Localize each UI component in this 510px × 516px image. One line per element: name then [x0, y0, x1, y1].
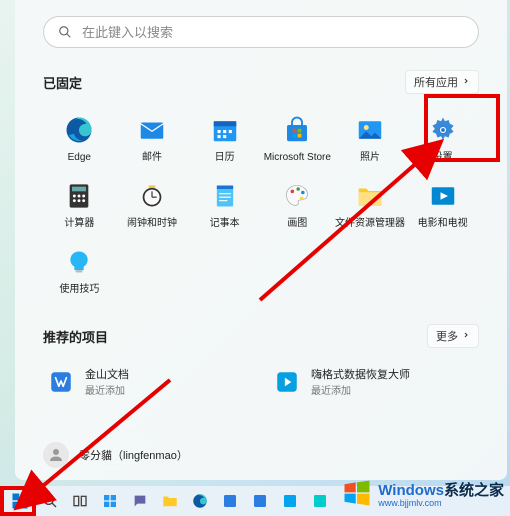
taskbar-chat[interactable] [128, 489, 152, 513]
user-account[interactable]: 零分貓（lingfenmao） [43, 442, 188, 468]
more-button[interactable]: 更多 [427, 324, 479, 348]
watermark-main-en: Windows [378, 482, 444, 499]
edge-icon [63, 114, 95, 146]
app-calendar[interactable]: 日历 [188, 108, 261, 170]
app-label: Edge [68, 152, 91, 164]
pinned-title: 已固定 [43, 73, 82, 92]
app-label: 画图 [287, 218, 307, 230]
taskbar-taskview[interactable] [68, 489, 92, 513]
more-label: 更多 [436, 328, 458, 344]
paint-icon [281, 180, 313, 212]
recommended-title: 推荐的项目 [43, 327, 108, 346]
rec-sub: 最近添加 [311, 382, 410, 397]
folder-icon [354, 180, 386, 212]
taskbar-edge[interactable] [188, 489, 212, 513]
app-tips[interactable]: 使用技巧 [43, 240, 116, 302]
start-menu: 已固定 所有应用 Edge 邮件 [15, 0, 507, 480]
watermark-url: www.bjjmlv.com [378, 499, 504, 508]
clock-icon [136, 180, 168, 212]
app-label: 电影和电视 [418, 218, 468, 230]
store-icon [281, 114, 313, 146]
taskbar-app4[interactable] [308, 489, 332, 513]
app-settings[interactable]: 设置 [406, 108, 479, 170]
watermark-main-zh: 系统之家 [444, 482, 504, 499]
rec-sub: 最近添加 [85, 382, 129, 397]
taskbar-widgets[interactable] [98, 489, 122, 513]
calendar-icon [209, 114, 241, 146]
recovery-icon [273, 368, 301, 396]
taskbar-app3[interactable] [278, 489, 302, 513]
app-clock[interactable]: 闹钟和时钟 [116, 174, 189, 236]
rec-title: 嗨格式数据恢复大师 [311, 366, 410, 382]
search-icon [58, 25, 72, 39]
rec-text: 嗨格式数据恢复大师 最近添加 [311, 366, 410, 397]
watermark: Windows系统之家 www.bjjmlv.com [342, 478, 504, 513]
search-box[interactable] [43, 16, 479, 48]
app-calculator[interactable]: 计算器 [43, 174, 116, 236]
taskbar-explorer[interactable] [158, 489, 182, 513]
movies-icon [427, 180, 459, 212]
pinned-header: 已固定 所有应用 [43, 70, 479, 94]
watermark-text: Windows系统之家 www.bjjmlv.com [378, 483, 504, 508]
chevron-right-icon [462, 330, 470, 342]
taskbar-search[interactable] [38, 489, 62, 513]
notepad-icon [209, 180, 241, 212]
app-label: 照片 [360, 152, 380, 164]
settings-icon [427, 114, 459, 146]
user-name: 零分貓（lingfenmao） [79, 447, 188, 463]
rec-title: 金山文档 [85, 366, 129, 382]
app-label: 日历 [215, 152, 235, 164]
app-label: 邮件 [142, 152, 162, 164]
taskbar-app2[interactable] [248, 489, 272, 513]
search-input[interactable] [82, 25, 464, 40]
app-notepad[interactable]: 记事本 [188, 174, 261, 236]
app-mail[interactable]: 邮件 [116, 108, 189, 170]
app-edge[interactable]: Edge [43, 108, 116, 170]
recommended-header: 推荐的项目 更多 [43, 324, 479, 348]
app-movies[interactable]: 电影和电视 [406, 174, 479, 236]
all-apps-button[interactable]: 所有应用 [405, 70, 479, 94]
pinned-grid: Edge 邮件 日历 Microsoft Store 照片 [43, 108, 479, 302]
avatar [43, 442, 69, 468]
rec-text: 金山文档 最近添加 [85, 366, 129, 397]
all-apps-label: 所有应用 [414, 74, 458, 90]
taskbar-app1[interactable] [218, 489, 242, 513]
app-label: Microsoft Store [264, 152, 331, 164]
app-photos[interactable]: 照片 [334, 108, 407, 170]
app-label: 文件资源管理器 [335, 218, 405, 230]
app-paint[interactable]: 画图 [261, 174, 334, 236]
app-label: 闹钟和时钟 [127, 218, 177, 230]
tips-icon [63, 246, 95, 278]
rec-item-recovery[interactable]: 嗨格式数据恢复大师 最近添加 [271, 362, 477, 401]
app-explorer[interactable]: 文件资源管理器 [334, 174, 407, 236]
chevron-right-icon [462, 76, 470, 88]
app-label: 使用技巧 [59, 284, 99, 296]
calculator-icon [63, 180, 95, 212]
app-label: 计算器 [64, 218, 94, 230]
rec-item-wps[interactable]: 金山文档 最近添加 [45, 362, 251, 401]
photos-icon [354, 114, 386, 146]
recommended-section: 推荐的项目 更多 金山文档 最近添加 [43, 324, 479, 401]
app-label: 设置 [433, 152, 453, 164]
recommended-grid: 金山文档 最近添加 嗨格式数据恢复大师 最近添加 [43, 362, 479, 401]
app-store[interactable]: Microsoft Store [261, 108, 334, 170]
windows-logo-icon [342, 478, 372, 513]
start-button[interactable] [8, 489, 32, 513]
wps-icon [47, 368, 75, 396]
app-label: 记事本 [210, 218, 240, 230]
mail-icon [136, 114, 168, 146]
